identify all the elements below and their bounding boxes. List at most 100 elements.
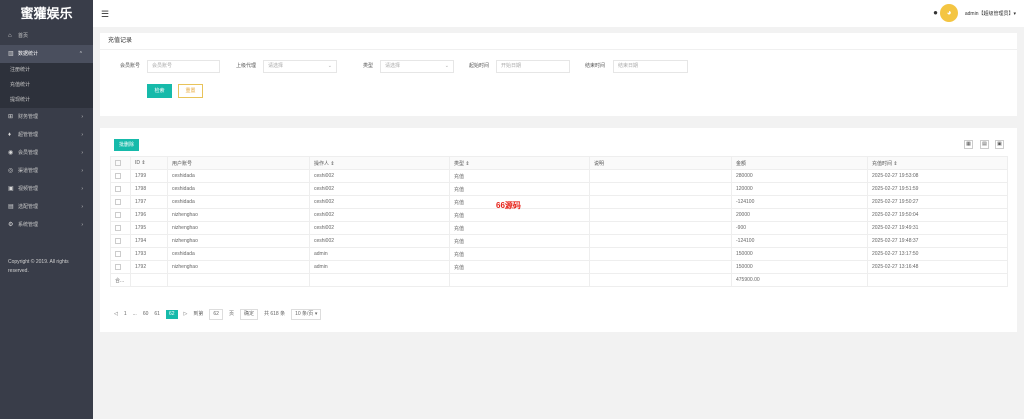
cell-type: 充值 [449, 247, 590, 261]
columns-icon[interactable]: ▦ [964, 140, 973, 149]
sidebar-subitem-register[interactable]: 注册统计 [0, 63, 93, 78]
sidebar-item-home[interactable]: ⌂ 首页 [0, 27, 93, 45]
row-checkbox[interactable] [110, 221, 131, 235]
admin-icon: ♦ [8, 132, 12, 138]
cell-id: 1794 [130, 234, 168, 248]
cell-amount: 20000 [731, 208, 868, 222]
agent-select[interactable]: 请选择 ⌄ [263, 60, 337, 73]
cell-user: nizhenghao [167, 208, 310, 222]
sidebar-item-stats[interactable]: ▥ 数据统计 ⌃ [0, 45, 93, 63]
reset-button[interactable]: 重置 [178, 84, 203, 98]
sidebar-item-admin[interactable]: ♦ 超管管理 › [0, 126, 93, 144]
goto-page-input[interactable]: 62 [209, 309, 223, 320]
sidebar-item-label: 首页 [18, 33, 29, 39]
copyright: Copyright © 2019. All rights reserved. [8, 259, 69, 274]
home-icon: ⌂ [8, 33, 12, 39]
page-60[interactable]: 60 [143, 310, 149, 319]
table-row: 1797 ceshidada ceshi002 充值 -124100 2025-02-27… [110, 195, 1008, 209]
config-icon: ▤ [8, 204, 14, 210]
next-page-icon[interactable]: ▷ [184, 310, 188, 319]
page-size-select[interactable]: 10 条/页 ▾ [291, 309, 322, 320]
cell-note [589, 208, 732, 222]
theme-icon[interactable]: ● [933, 8, 938, 17]
cell-time: 2025-02-27 13:16:48 [867, 260, 1008, 274]
menu-toggle-icon[interactable]: ☰ [101, 9, 109, 20]
table-row: 1798 ceshidada ceshi002 充值 120000 2025-02-27 … [110, 182, 1008, 196]
chevron-down-icon: › [81, 150, 83, 156]
chevron-down-icon: › [81, 204, 83, 210]
sidebar-item-config[interactable]: ▤ 选配管理 › [0, 198, 93, 216]
cell-time: 2025-02-27 13:17:50 [867, 247, 1008, 261]
col-id[interactable]: ID ⇕ [130, 156, 168, 170]
channel-icon: ◎ [8, 168, 14, 174]
type-label: 类型 [363, 63, 374, 69]
total-count: 共 618 条 [263, 311, 286, 317]
pagination: ◁ 1 ... 60 61 62 ▷ 到第 62 页 确定 共 618 条 10… [114, 309, 322, 320]
row-checkbox[interactable] [110, 182, 131, 196]
cell-id: 1796 [130, 208, 168, 222]
chevron-up-icon: ⌃ [78, 51, 83, 57]
cell-id: 1793 [130, 247, 168, 261]
prev-page-icon[interactable]: ◁ [114, 310, 118, 319]
page-current[interactable]: 62 [165, 310, 178, 319]
col-user: 用户账号 [167, 156, 310, 170]
row-checkbox[interactable] [110, 169, 131, 183]
print-icon[interactable]: ▣ [995, 140, 1004, 149]
cell-note [589, 247, 732, 261]
cell-operator: ceshi002 [309, 234, 450, 248]
sidebar-subitem-withdraw[interactable]: 提现统计 [0, 93, 93, 108]
sidebar-subitem-recharge[interactable]: 充值统计 [0, 78, 93, 93]
col-time[interactable]: 充值时间 ⇕ [867, 156, 1008, 170]
row-checkbox[interactable] [110, 260, 131, 274]
cell-operator: admin [309, 247, 450, 261]
batch-delete-button[interactable]: 批删除 [114, 139, 139, 151]
cell-user: nizhenghao [167, 260, 310, 274]
start-date-input[interactable]: 开始日期 [496, 60, 570, 73]
cell-time: 2025-02-27 19:50:04 [867, 208, 1008, 222]
user-menu[interactable]: admin【超级管理员】▾ [965, 10, 1016, 17]
cell-note [589, 169, 732, 183]
type-select[interactable]: 请选择 ⌄ [380, 60, 454, 73]
chart-icon: ▥ [8, 51, 14, 57]
sidebar-item-label: 视频管理 [18, 186, 39, 192]
cell-note [589, 260, 732, 274]
member-input[interactable]: 会员账号 [147, 60, 220, 73]
col-type[interactable]: 类型 ⇕ [449, 156, 590, 170]
type-select-value: 请选择 [385, 63, 401, 69]
page-first[interactable]: 1 [124, 310, 127, 319]
row-checkbox[interactable] [110, 234, 131, 248]
table-header-row: ID ⇕ 用户账号 操作人 ⇕ 类型 ⇕ 说明 金额 充值时间 ⇕ [110, 156, 1008, 170]
sidebar-item-channels[interactable]: ◎ 渠道管理 › [0, 162, 93, 180]
cell-type: 充值 [449, 260, 590, 274]
goto-confirm-button[interactable]: 确定 [239, 309, 258, 320]
cell-id: 1799 [130, 169, 168, 183]
top-bar: ☰ ● ◕ admin【超级管理员】▾ [93, 0, 1024, 27]
col-operator[interactable]: 操作人 ⇕ [309, 156, 450, 170]
sidebar-item-finance[interactable]: ⊞ 财务管理 › [0, 108, 93, 126]
select-all-checkbox[interactable] [110, 156, 131, 170]
end-date-input[interactable]: 结束日期 [613, 60, 688, 73]
member-label: 会员账号 [120, 63, 141, 69]
cell-user: ceshidada [167, 169, 310, 183]
row-checkbox[interactable] [110, 208, 131, 222]
row-checkbox[interactable] [110, 195, 131, 209]
cell-id: 1792 [130, 260, 168, 274]
cell-time: 2025-02-27 19:50:27 [867, 195, 1008, 209]
cell-operator: ceshi002 [309, 221, 450, 235]
watermark-text: 66源码 [496, 201, 521, 210]
start-label: 起始时间 [469, 63, 490, 69]
cell-user: ceshidada [167, 247, 310, 261]
chevron-down-icon: › [81, 114, 83, 120]
cell-amount: 150000 [731, 260, 868, 274]
page-61[interactable]: 61 [154, 310, 160, 319]
row-checkbox[interactable] [110, 247, 131, 261]
sidebar-item-members[interactable]: ◉ 会员管理 › [0, 144, 93, 162]
cell-note [589, 182, 732, 196]
users-icon: ◉ [8, 150, 14, 156]
sidebar-item-videos[interactable]: ▣ 视频管理 › [0, 180, 93, 198]
avatar[interactable]: ◕ [940, 4, 958, 22]
cell-user: nizhenghao [167, 221, 310, 235]
search-button[interactable]: 检索 [147, 84, 172, 98]
export-icon[interactable]: ▤ [980, 140, 989, 149]
sidebar-item-system[interactable]: ⚙ 系统管理 › [0, 216, 93, 234]
